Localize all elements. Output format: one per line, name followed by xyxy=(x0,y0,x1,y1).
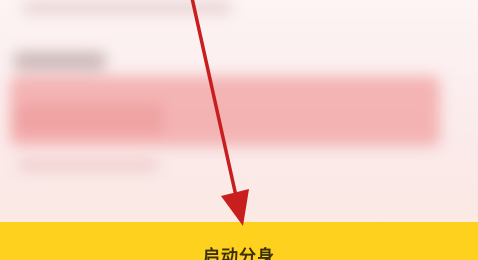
blurred-footnote xyxy=(18,160,158,170)
blurred-content-highlight xyxy=(14,104,164,134)
app-screen: 启动分身 xyxy=(0,0,478,260)
blurred-section-title xyxy=(14,52,106,70)
launch-clone-button-label: 启动分身 xyxy=(203,247,275,260)
launch-clone-button[interactable]: 启动分身 xyxy=(0,222,478,260)
blurred-background-content xyxy=(0,0,478,260)
blurred-header-strip xyxy=(22,2,232,14)
